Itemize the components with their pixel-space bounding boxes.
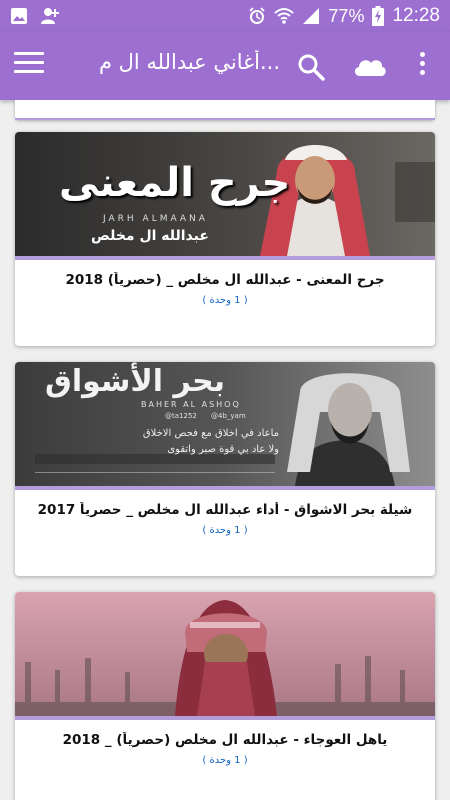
search-icon[interactable]: [296, 52, 326, 82]
battery-charging-icon: [372, 6, 385, 26]
thumbnail-verse-line: ولا عاد بي قوة صبر واتقوى: [167, 444, 279, 455]
thumbnail-handle: @4b_yam: [211, 412, 246, 420]
wifi-icon: [274, 8, 295, 24]
song-card[interactable]: جرح المعنى JARH ALMAANA عبدالله ال مخلص …: [15, 132, 435, 346]
add-user-icon: [41, 8, 59, 24]
more-options-icon[interactable]: [414, 52, 430, 82]
app-bar: أغاني عبدالله ال م...: [0, 32, 450, 100]
item-count: ( 1 وحدة ): [202, 295, 248, 306]
thumbnail-handle: @ta1252: [165, 412, 197, 420]
divider: [15, 716, 435, 720]
song-title: شيلة بحر الاشواق - أداء عبدالله ال مخلص …: [37, 502, 413, 518]
thumbnail-artist: عبدالله ال مخلص: [91, 228, 209, 244]
song-thumbnail: بحر الأشواق BAHER AL ASHOQ @ta1252 @4b_y…: [15, 362, 435, 486]
divider: [15, 486, 435, 490]
alarm-icon: [249, 7, 266, 24]
divider: [15, 256, 435, 260]
thumbnail-latin-title: BAHER AL ASHOQ: [141, 400, 241, 409]
song-title: ياهل العوجاء - عبدالله ال مخلص (حصرياً) …: [62, 732, 388, 748]
thumbnail-headline: بحر الأشواق: [45, 364, 226, 399]
item-count: ( 1 وحدة ): [202, 755, 248, 766]
item-count: ( 1 وحدة ): [202, 525, 248, 536]
song-thumbnail: [15, 592, 435, 716]
gallery-icon: [11, 8, 27, 24]
status-bar: 77% 12:28: [0, 0, 450, 32]
menu-icon[interactable]: [14, 52, 44, 80]
signal-icon: [303, 8, 320, 24]
song-card[interactable]: ياهل العوجاء - عبدالله ال مخلص (حصرياً) …: [15, 592, 435, 800]
song-title: جرح المعنى - عبدالله ال مخلص _ (حصرياً) …: [65, 272, 385, 288]
thumbnail-verse-line: ماعاد في اخلاق مع فحص الاخلاق: [142, 428, 279, 439]
battery-percent: 77%: [328, 5, 365, 26]
previous-card[interactable]: [15, 100, 435, 120]
thumbnail-latin-title: JARH ALMAANA: [103, 214, 208, 224]
song-thumbnail: جرح المعنى JARH ALMAANA عبدالله ال مخلص: [15, 132, 435, 256]
song-list: جرح المعنى JARH ALMAANA عبدالله ال مخلص …: [0, 100, 450, 800]
page-title: أغاني عبدالله ال م...: [98, 50, 280, 74]
thumbnail-headline: جرح المعنى: [59, 160, 291, 206]
song-card[interactable]: بحر الأشواق BAHER AL ASHOQ @ta1252 @4b_y…: [15, 362, 435, 576]
clock: 12:28: [392, 5, 440, 26]
cloud-icon[interactable]: [352, 52, 388, 80]
